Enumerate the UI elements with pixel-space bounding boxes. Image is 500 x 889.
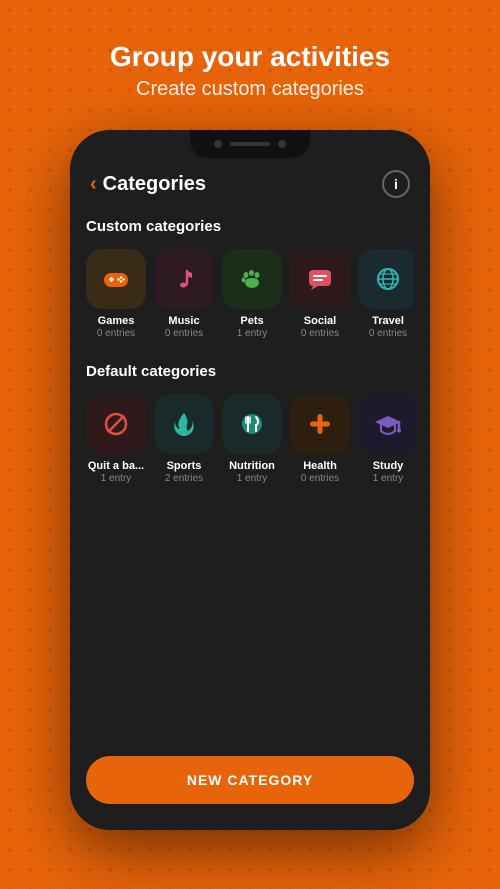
category-health[interactable]: Health 0 entries xyxy=(290,394,350,484)
phone-speaker xyxy=(230,142,270,146)
default-categories-grid: Quit a ba... 1 entry Sports 2 entries xyxy=(86,394,414,484)
graduation-icon xyxy=(373,409,403,439)
phone-frame: ‹ Categories i Custom categories xyxy=(70,130,430,830)
pets-icon-bg xyxy=(222,249,282,309)
sports-label: Sports xyxy=(167,460,202,473)
social-icon-bg xyxy=(290,249,350,309)
category-travel[interactable]: Travel 0 entries xyxy=(358,249,414,339)
quit-icon-bg xyxy=(86,394,146,454)
globe-icon xyxy=(373,264,403,294)
music-icon xyxy=(169,264,199,294)
top-bar: ‹ Categories i xyxy=(86,170,414,198)
flame-icon xyxy=(169,409,199,439)
sports-icon-bg xyxy=(154,394,214,454)
pets-entries: 1 entry xyxy=(237,328,268,339)
info-icon: i xyxy=(394,176,398,192)
back-arrow-icon: ‹ xyxy=(90,173,97,196)
games-label: Games xyxy=(98,315,135,328)
social-label: Social xyxy=(304,315,336,328)
health-label: Health xyxy=(303,460,337,473)
travel-label: Travel xyxy=(372,315,404,328)
health-plus-icon xyxy=(305,409,335,439)
info-button[interactable]: i xyxy=(382,170,410,198)
page-hero-subtitle: Create custom categories xyxy=(20,78,480,101)
screen-title: Categories xyxy=(103,173,206,196)
music-icon-bg xyxy=(154,249,214,309)
quit-entries: 1 entry xyxy=(101,473,132,484)
gamepad-icon xyxy=(101,264,131,294)
category-quit[interactable]: Quit a ba... 1 entry xyxy=(86,394,146,484)
phone-notch xyxy=(190,130,310,158)
travel-entries: 0 entries xyxy=(369,328,407,339)
pets-label: Pets xyxy=(240,315,263,328)
quit-icon xyxy=(101,409,131,439)
travel-icon-bg xyxy=(358,249,414,309)
default-section-label: Default categories xyxy=(86,363,414,380)
social-icon xyxy=(305,264,335,294)
sports-entries: 2 entries xyxy=(165,473,203,484)
category-social[interactable]: Social 0 entries xyxy=(290,249,350,339)
page-hero-title: Group your activities xyxy=(20,40,480,74)
games-icon-bg xyxy=(86,249,146,309)
category-sports[interactable]: Sports 2 entries xyxy=(154,394,214,484)
study-icon-bg xyxy=(358,394,414,454)
paw-icon xyxy=(237,264,267,294)
category-study[interactable]: Study 1 entry xyxy=(358,394,414,484)
category-pets[interactable]: Pets 1 entry xyxy=(222,249,282,339)
music-entries: 0 entries xyxy=(165,328,203,339)
category-games[interactable]: Games 0 entries xyxy=(86,249,146,339)
quit-label: Quit a ba... xyxy=(88,460,144,473)
music-label: Music xyxy=(168,315,199,328)
games-entries: 0 entries xyxy=(97,328,135,339)
custom-section-label: Custom categories xyxy=(86,218,414,235)
social-entries: 0 entries xyxy=(301,328,339,339)
study-entries: 1 entry xyxy=(373,473,404,484)
camera-dot-2 xyxy=(278,140,286,148)
back-button[interactable]: ‹ Categories xyxy=(90,173,206,196)
custom-categories-grid: Games 0 entries Music 0 entries xyxy=(86,249,414,339)
app-screen: ‹ Categories i Custom categories xyxy=(70,130,430,830)
nutrition-icon-bg xyxy=(222,394,282,454)
new-category-button[interactable]: NEW CATEGORY xyxy=(86,756,414,804)
category-music[interactable]: Music 0 entries xyxy=(154,249,214,339)
nutrition-entries: 1 entry xyxy=(237,473,268,484)
health-icon-bg xyxy=(290,394,350,454)
health-entries: 0 entries xyxy=(301,473,339,484)
category-nutrition[interactable]: Nutrition 1 entry xyxy=(222,394,282,484)
study-label: Study xyxy=(373,460,404,473)
camera-dot xyxy=(214,140,222,148)
nutrition-label: Nutrition xyxy=(229,460,275,473)
fork-knife-icon xyxy=(237,409,267,439)
